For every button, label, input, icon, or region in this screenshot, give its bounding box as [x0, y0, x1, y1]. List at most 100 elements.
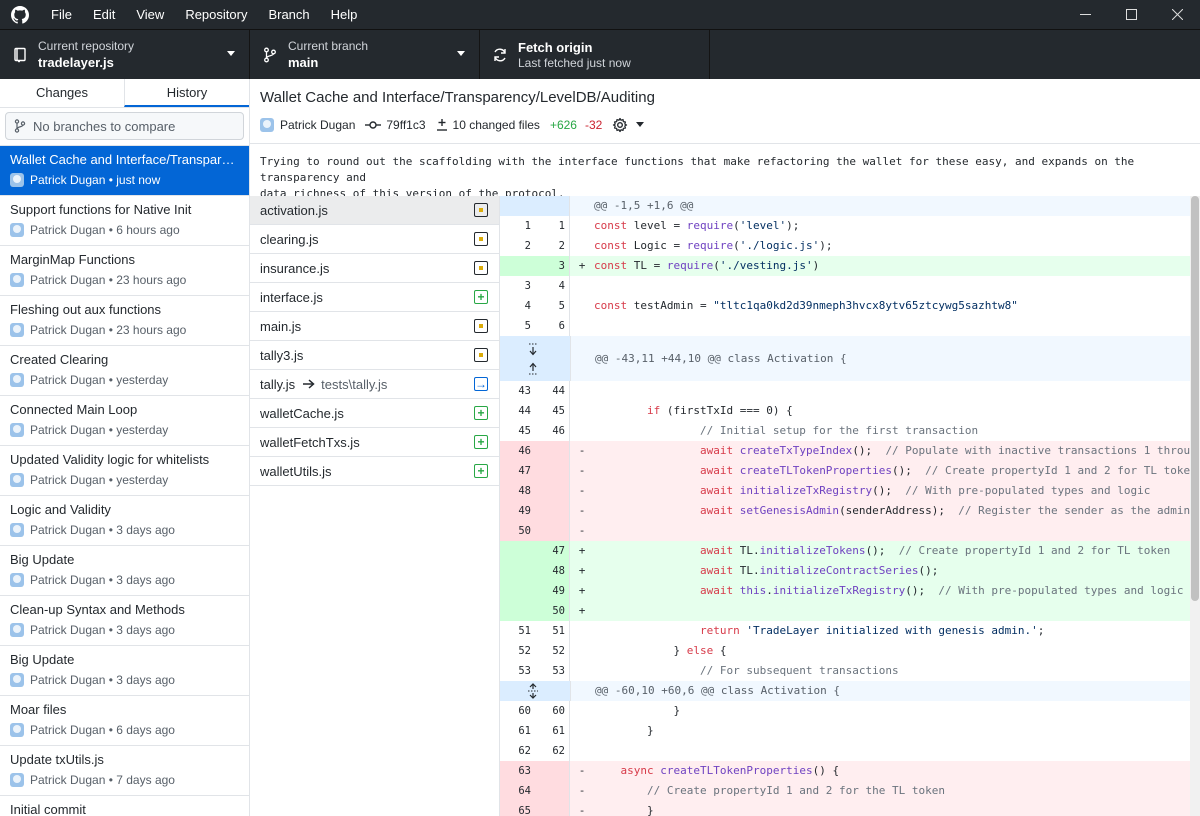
commit-list-meta: Patrick Dugan • just now	[10, 173, 239, 187]
menu-file[interactable]: File	[43, 0, 80, 29]
diff-line-removed[interactable]: 49 - await setGenesisAdmin(senderAddress)…	[500, 501, 1200, 521]
maximize-button[interactable]	[1108, 0, 1154, 29]
diff-line[interactable]: 2 2 const Logic = require('./logic.js');	[500, 236, 1200, 256]
commit-list-item[interactable]: Logic and Validity Patrick Dugan • 3 days…	[0, 496, 249, 546]
diff-line-removed[interactable]: 50 -	[500, 521, 1200, 541]
separator: •	[105, 673, 117, 687]
diff-line[interactable]: 52 52 } else {	[500, 641, 1200, 661]
commit-list-author: Patrick Dugan	[30, 473, 106, 487]
file-list-item[interactable]: tally.js tests\tally.js →	[250, 370, 499, 399]
diff-line-added[interactable]: 48 + await TL.initializeContractSeries();	[500, 561, 1200, 581]
menu-view[interactable]: View	[128, 0, 172, 29]
commit-list-meta: Patrick Dugan • 23 hours ago	[10, 273, 239, 287]
file-list-item[interactable]: clearing.js	[250, 225, 499, 254]
file-list-item[interactable]: main.js	[250, 312, 499, 341]
commit-list-item[interactable]: Clean-up Syntax and Methods Patrick Dugan…	[0, 596, 249, 646]
diff-settings-button[interactable]	[612, 117, 649, 133]
diff-line-removed[interactable]: 64 - // Create propertyId 1 and 2 for the…	[500, 781, 1200, 801]
current-repository-button[interactable]: Current repository tradelayer.js	[0, 30, 250, 79]
commit-list-item[interactable]: Update txUtils.js Patrick Dugan • 7 days …	[0, 746, 249, 796]
file-list-item[interactable]: walletFetchTxs.js +	[250, 428, 499, 457]
commit-list-item[interactable]: Fleshing out aux functions Patrick Dugan …	[0, 296, 249, 346]
diff-line-removed[interactable]: 47 - await createTLTokenProperties(); // …	[500, 461, 1200, 481]
file-list-item[interactable]: activation.js	[250, 196, 499, 225]
new-line-number: 53	[535, 661, 570, 681]
diff-line[interactable]: 4 5 const testAdmin = "tltc1qa0kd2d39nmeph…	[500, 296, 1200, 316]
minimize-button[interactable]	[1062, 0, 1108, 29]
diff-line-removed[interactable]: 48 - await initializeTxRegistry(); // Wit…	[500, 481, 1200, 501]
commit-list-meta: Patrick Dugan • 6 hours ago	[10, 223, 239, 237]
expand-hunk-button[interactable]	[500, 336, 571, 381]
compare-branch-input[interactable]: No branches to compare	[5, 112, 244, 140]
diff-line[interactable]: 44 45 if (firstTxId === 0) {	[500, 401, 1200, 421]
diff-line-added[interactable]: 3 + const TL = require('./vesting.js')	[500, 256, 1200, 276]
diff-marker: -	[578, 784, 586, 797]
new-line-number: 48	[535, 561, 570, 581]
diff-scrollbar[interactable]	[1190, 196, 1200, 816]
menu-repository[interactable]: Repository	[177, 0, 255, 29]
diff-line[interactable]: 51 51 return 'TradeLayer initialized with…	[500, 621, 1200, 641]
diff-line[interactable]: 61 61 }	[500, 721, 1200, 741]
diff-marker	[570, 316, 594, 336]
code-text: const TL = require('./vesting.js')	[594, 259, 820, 272]
menu-branch[interactable]: Branch	[260, 0, 317, 29]
old-line-number: 5	[524, 320, 531, 332]
file-added-icon: +	[474, 435, 488, 449]
commit-list-item[interactable]: Wallet Cache and Interface/Transparen...…	[0, 146, 249, 196]
commit-list-item[interactable]: MarginMap Functions Patrick Dugan • 23 ho…	[0, 246, 249, 296]
diff-marker	[570, 741, 594, 761]
diff-line[interactable]: 43 44	[500, 381, 1200, 401]
commit-icon	[365, 121, 382, 129]
diff-line[interactable]: 1 1 const level = require('level');	[500, 216, 1200, 236]
diff-line[interactable]: 60 60 }	[500, 701, 1200, 721]
diff-line[interactable]: 53 53 // For subsequent transactions	[500, 661, 1200, 681]
file-list-item[interactable]: walletCache.js +	[250, 399, 499, 428]
current-branch-button[interactable]: Current branch main	[250, 30, 480, 79]
file-list-item[interactable]: insurance.js	[250, 254, 499, 283]
commit-list-author: Patrick Dugan	[30, 323, 106, 337]
diff-line[interactable]: 34	[500, 276, 1200, 296]
commit-list-title: Updated Validity logic for whitelists	[10, 452, 210, 467]
old-line-number	[500, 541, 535, 561]
commit-list-meta: Patrick Dugan • yesterday	[10, 423, 239, 437]
scrollbar-thumb[interactable]	[1191, 196, 1199, 601]
commit-sha-item[interactable]: 79ff1c3	[365, 118, 426, 132]
commit-list-meta: Patrick Dugan • 3 days ago	[10, 573, 239, 587]
tab-history[interactable]: History	[124, 79, 249, 107]
code-text: async createTLTokenProperties() {	[620, 764, 840, 777]
commit-list-item[interactable]: Moar files Patrick Dugan • 6 days ago	[0, 696, 249, 746]
expand-hunk-button[interactable]	[500, 681, 571, 701]
tab-changes[interactable]: Changes	[0, 79, 124, 107]
file-modified-icon	[474, 261, 488, 275]
commit-list-item[interactable]: Updated Validity logic for whitelists Pat…	[0, 446, 249, 496]
diff-line-added[interactable]: 49 + await this.initializeTxRegistry(); /…	[500, 581, 1200, 601]
file-list-item[interactable]: tally3.js	[250, 341, 499, 370]
diff-line-added[interactable]: 50 +	[500, 601, 1200, 621]
file-list-item[interactable]: walletUtils.js +	[250, 457, 499, 486]
file-list-item[interactable]: interface.js +	[250, 283, 499, 312]
commit-list-item[interactable]: Created Clearing Patrick Dugan • yesterda…	[0, 346, 249, 396]
commit-list-item[interactable]: Support functions for Native Init Patrick…	[0, 196, 249, 246]
diff-line-removed[interactable]: 63 - async createTLTokenProperties() {	[500, 761, 1200, 781]
menu-help[interactable]: Help	[323, 0, 366, 29]
diff-line-added[interactable]: 47 + await TL.initializeTokens(); // Crea…	[500, 541, 1200, 561]
new-line-number: 5	[535, 296, 570, 316]
menu-edit[interactable]: Edit	[85, 0, 123, 29]
commit-list-item[interactable]: Big Update Patrick Dugan • 3 days ago	[0, 646, 249, 696]
commit-list-time: just now	[116, 173, 161, 187]
diff-line-removed[interactable]: 65 - }	[500, 801, 1200, 816]
old-line-number: 1	[524, 220, 531, 232]
commit-list-item[interactable]: Connected Main Loop Patrick Dugan • yeste…	[0, 396, 249, 446]
diff-line[interactable]: 62 62	[500, 741, 1200, 761]
gear-icon	[613, 117, 628, 133]
diff-line[interactable]: 45 46 // Initial setup for the first tran…	[500, 421, 1200, 441]
new-line-number: 3	[535, 256, 570, 276]
diff-line[interactable]: 56	[500, 316, 1200, 336]
diff-line-removed[interactable]: 46 - await createTxTypeIndex(); // Popula…	[500, 441, 1200, 461]
commit-list-item[interactable]: Initial commit	[0, 796, 249, 816]
close-button[interactable]	[1154, 0, 1200, 29]
separator: •	[105, 423, 117, 437]
commit-list-item[interactable]: Big Update Patrick Dugan • 3 days ago	[0, 546, 249, 596]
fetch-origin-button[interactable]: Fetch origin Last fetched just now	[480, 30, 710, 79]
separator: •	[105, 323, 117, 337]
